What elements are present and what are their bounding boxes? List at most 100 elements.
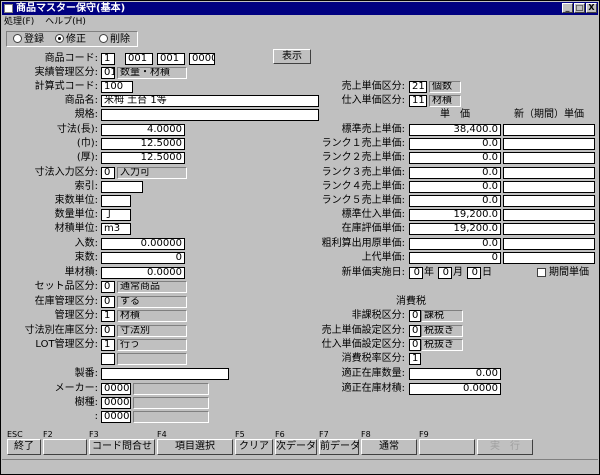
- field-input[interactable]: 0000: [101, 383, 131, 395]
- field-input[interactable]: [101, 368, 229, 380]
- fkey-label: F3: [89, 430, 99, 439]
- day-input[interactable]: 0: [467, 267, 481, 279]
- fkey-label: F7: [319, 430, 329, 439]
- field-desc: 個数: [429, 81, 461, 93]
- tax-label: 仕入単価設定区分:: [321, 339, 405, 350]
- new-price-input[interactable]: [503, 195, 595, 207]
- new-price-input[interactable]: [503, 181, 595, 193]
- field-input[interactable]: [101, 353, 115, 365]
- price-label: 在庫評価単価:: [341, 223, 405, 234]
- fkey-button-0[interactable]: 終了: [7, 439, 41, 455]
- field-input[interactable]: 0.00: [409, 368, 501, 380]
- fkey-button-3[interactable]: 項目選択: [157, 439, 233, 455]
- new-price-input[interactable]: [503, 223, 595, 235]
- tax-label: 非課税区分:: [351, 310, 405, 321]
- month-input[interactable]: 0: [438, 267, 452, 279]
- radio-circle-icon: [99, 34, 108, 43]
- price-label: 上代単価:: [361, 252, 405, 263]
- field-input[interactable]: 21: [409, 81, 427, 93]
- field-input[interactable]: 1: [101, 53, 115, 65]
- fkey-label: F9: [419, 430, 429, 439]
- new-price-input[interactable]: [503, 252, 595, 264]
- field-input[interactable]: [101, 181, 143, 193]
- price-input[interactable]: 0.0: [409, 238, 501, 250]
- tax-code-input[interactable]: 0: [409, 339, 421, 351]
- fkey-button-6[interactable]: 前データ: [319, 439, 360, 455]
- price-input[interactable]: 0.0: [409, 152, 501, 164]
- price-input[interactable]: 38,400.0: [409, 124, 501, 136]
- field-input[interactable]: 100: [101, 81, 133, 93]
- field-desc: する: [117, 296, 187, 308]
- field-input[interactable]: 0000: [189, 53, 215, 65]
- field-input[interactable]: 0: [101, 281, 115, 293]
- field-input[interactable]: 01: [101, 67, 115, 79]
- new-price-input[interactable]: [503, 167, 595, 179]
- field-input[interactable]: 0: [101, 325, 115, 337]
- field-input[interactable]: 丁: [101, 209, 131, 221]
- maximize-button[interactable]: □: [574, 3, 585, 13]
- new-price-input[interactable]: [503, 209, 595, 221]
- field-input[interactable]: 0.0000: [409, 383, 501, 395]
- field-input[interactable]: [101, 195, 131, 207]
- price-input[interactable]: 0.0: [409, 167, 501, 179]
- field-label: 入数:: [74, 238, 98, 249]
- menu-process[interactable]: 処理(F): [4, 16, 34, 28]
- price-input[interactable]: 0.0: [409, 195, 501, 207]
- status-bar: [2, 459, 598, 474]
- fkey-label: ESC: [7, 430, 23, 439]
- tax-header: 消費税: [396, 296, 426, 307]
- mode-radio-1[interactable]: 修正: [55, 34, 86, 45]
- new-price-input[interactable]: [503, 152, 595, 164]
- field-desc: [117, 353, 187, 365]
- show-button[interactable]: 表示: [273, 49, 311, 64]
- year-input[interactable]: 0: [409, 267, 423, 279]
- field-input[interactable]: 米栂 土台 1等: [101, 95, 319, 107]
- new-price-input[interactable]: [503, 138, 595, 150]
- field-input[interactable]: 0.0000: [101, 267, 185, 279]
- price-label: ランク４売上単価:: [321, 181, 405, 192]
- radio-circle-icon: [55, 34, 64, 43]
- fkey-label: F4: [157, 430, 167, 439]
- price-input[interactable]: 0.0: [409, 181, 501, 193]
- period-price-checkbox[interactable]: [537, 268, 546, 277]
- window-title: 商品マスター保守(基本): [16, 3, 126, 14]
- price-input[interactable]: 0: [409, 252, 501, 264]
- field-input[interactable]: 4.0000: [101, 124, 185, 136]
- field-input[interactable]: 12.5000: [101, 152, 185, 164]
- price-input[interactable]: 19,200.0: [409, 209, 501, 221]
- price-input[interactable]: 0.0: [409, 138, 501, 150]
- field-input[interactable]: m3: [101, 223, 131, 235]
- field-input[interactable]: 1: [101, 339, 115, 351]
- field-desc: 材積: [117, 310, 187, 322]
- field-label: 商品コード:: [44, 53, 98, 64]
- tax-code-input[interactable]: 1: [409, 353, 421, 365]
- fkey-button-5[interactable]: 次データ: [275, 439, 317, 455]
- mode-radio-2[interactable]: 削除: [99, 34, 130, 45]
- minimize-button[interactable]: _: [562, 3, 573, 13]
- field-input[interactable]: 0: [101, 252, 185, 264]
- field-input[interactable]: 001: [125, 53, 153, 65]
- field-input[interactable]: 0.00000: [101, 238, 185, 250]
- fkey-button-4[interactable]: クリア: [235, 439, 273, 455]
- field-input[interactable]: [101, 109, 319, 121]
- mode-radio-0[interactable]: 登録: [13, 34, 44, 45]
- field-input[interactable]: 0: [101, 296, 115, 308]
- field-input[interactable]: 0000: [101, 411, 131, 423]
- field-input[interactable]: 0000: [101, 397, 131, 409]
- close-button[interactable]: X: [586, 3, 597, 13]
- new-price-input[interactable]: [503, 238, 595, 250]
- tax-code-input[interactable]: 0: [409, 310, 421, 322]
- menu-help[interactable]: ヘルプ(H): [45, 16, 86, 28]
- field-input[interactable]: 0: [101, 167, 115, 179]
- main-window: 商品マスター保守(基本) _ □ X 処理(F) ヘルプ(H) 登録 修正 削除 商…: [0, 0, 600, 475]
- fkey-button-2[interactable]: コード問合せ: [89, 439, 155, 455]
- field-input[interactable]: 12.5000: [101, 138, 185, 150]
- fkey-button-7[interactable]: 通常: [361, 439, 417, 455]
- tax-code-input[interactable]: 0: [409, 325, 421, 337]
- new-price-input[interactable]: [503, 124, 595, 136]
- field-input[interactable]: 001: [157, 53, 185, 65]
- field-input[interactable]: 1: [101, 310, 115, 322]
- price-input[interactable]: 19,200.0: [409, 223, 501, 235]
- field-input[interactable]: 11: [409, 95, 427, 107]
- field-label: 商品名:: [64, 95, 98, 106]
